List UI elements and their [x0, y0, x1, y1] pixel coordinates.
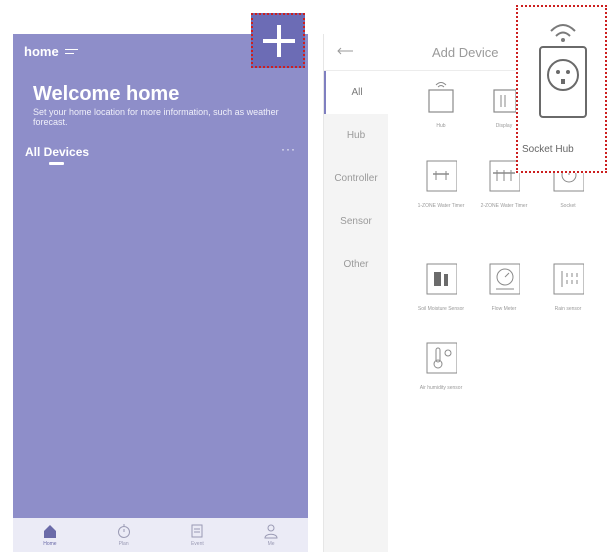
socket-hub-callout[interactable]: Socket Hub [516, 5, 607, 173]
welcome-title: Welcome home [33, 83, 180, 105]
device-rain-sensor[interactable]: Rain sensor [538, 262, 598, 312]
nav-item-me[interactable]: Me [241, 523, 301, 547]
device-label: Rain sensor [554, 306, 582, 312]
nav-label: Home [43, 541, 57, 547]
category-controller[interactable]: Controller [324, 157, 388, 200]
category-sensor[interactable]: Sensor [324, 200, 388, 243]
page-title: Add Device [432, 45, 499, 60]
device-1-zone-water-timer[interactable]: 1-ZONE Water Timer [411, 159, 471, 209]
device-label: 1-ZONE Water Timer [417, 203, 465, 209]
category-hub[interactable]: Hub [324, 114, 388, 157]
nav-label: Me [267, 541, 275, 547]
menu-icon [64, 47, 79, 57]
back-arrow-icon[interactable] [336, 47, 354, 55]
callout-label: Socket Hub [522, 144, 574, 155]
flow-meter-icon [489, 263, 521, 295]
home-icon [43, 525, 56, 538]
hub-icon [428, 82, 454, 113]
device-flow-meter[interactable]: Flow Meter [474, 262, 534, 312]
person-icon [264, 524, 278, 539]
device-air-humidity-sensor[interactable]: Air humidity sensor [411, 341, 471, 391]
bottom-navigation: Home Plan Event Me [13, 518, 308, 552]
category-other[interactable]: Other [324, 243, 388, 286]
category-sidebar: All Hub Controller Sensor Other [324, 71, 388, 552]
nav-label: Plan [118, 541, 129, 547]
device-soil-moisture-sensor[interactable]: Soil Moisture Sensor [411, 262, 471, 312]
device-label: Soil Moisture Sensor [417, 306, 465, 312]
device-hub[interactable]: Hub [411, 79, 471, 129]
nav-item-plan[interactable]: Plan [94, 523, 154, 547]
device-label: Flow Meter [491, 306, 517, 312]
tab-all-devices[interactable]: All Devices [25, 145, 89, 159]
document-icon [191, 524, 203, 538]
water-timer-icon [426, 160, 458, 192]
home-selector[interactable]: home [24, 44, 79, 59]
device-label: 2-ZONE Water Timer [480, 203, 528, 209]
plus-icon [263, 25, 295, 57]
timer-icon [117, 524, 130, 538]
air-humidity-icon [426, 342, 458, 374]
welcome-subtitle: Set your home location for more informat… [33, 107, 279, 127]
device-label: Hub [436, 123, 446, 129]
add-device-button[interactable] [251, 13, 305, 68]
category-all[interactable]: All [324, 71, 388, 114]
device-label: Air humidity sensor [419, 385, 463, 391]
nav-item-event[interactable]: Event [167, 523, 227, 547]
device-label: Socket [560, 203, 576, 209]
home-screen: home Welcome home Set your home location… [13, 34, 308, 552]
more-options-button[interactable]: ··· [281, 142, 296, 156]
soil-moisture-icon [426, 263, 458, 295]
nav-label: Event [190, 541, 204, 547]
home-label: home [24, 44, 59, 59]
rain-sensor-icon [553, 263, 585, 295]
socket-hub-icon [539, 24, 587, 118]
tab-underline [49, 162, 64, 165]
nav-item-home[interactable]: Home [20, 523, 80, 547]
